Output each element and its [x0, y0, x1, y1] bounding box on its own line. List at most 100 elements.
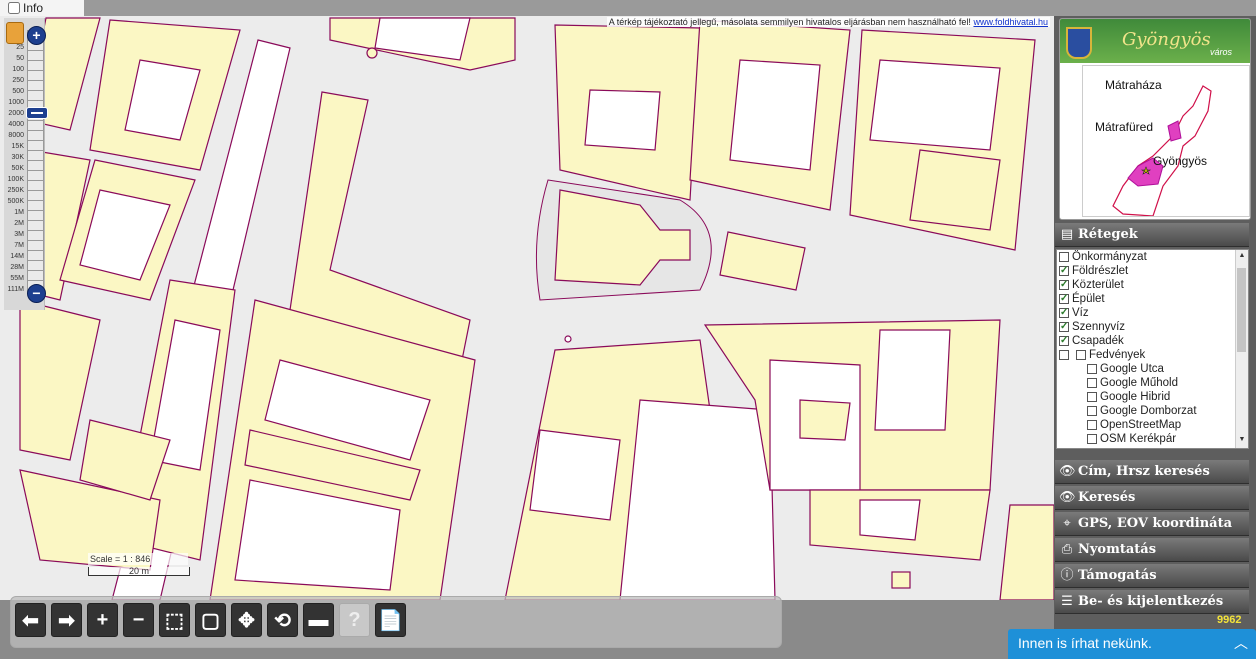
- plus-icon: +: [96, 608, 109, 631]
- zoom-level-label[interactable]: 500K: [2, 198, 24, 206]
- zoom-level-label[interactable]: 4000: [2, 121, 24, 129]
- layer-checkbox[interactable]: [1059, 306, 1069, 320]
- zoom-level-label[interactable]: 55M: [2, 275, 24, 283]
- info-icon: ⓘ: [1060, 568, 1074, 583]
- streetview-pegman-icon[interactable]: [6, 22, 24, 44]
- scroll-up-icon[interactable]: ▲: [1236, 252, 1248, 259]
- chevron-up-icon[interactable]: ︿: [1234, 629, 1248, 657]
- layer-item[interactable]: Földrészlet: [1057, 264, 1248, 278]
- zoom-in-button[interactable]: +: [87, 603, 118, 637]
- login-icon: ☰: [1061, 594, 1073, 609]
- zoom-level-label[interactable]: 8000: [2, 132, 24, 140]
- zoom-slider-track[interactable]: [27, 30, 44, 294]
- layer-item[interactable]: Google Domborzat: [1057, 404, 1248, 418]
- layers-scrollbar[interactable]: ▲ ▼: [1235, 250, 1248, 448]
- visitor-counter: 9962: [1217, 614, 1242, 626]
- foldhivatal-link[interactable]: www.foldhivatal.hu: [973, 17, 1048, 27]
- section-label: GPS, EOV koordináta: [1078, 516, 1233, 531]
- layer-checkbox[interactable]: [1059, 350, 1069, 360]
- layer-label: Szennyvíz: [1072, 321, 1126, 333]
- layer-checkbox[interactable]: [1087, 434, 1097, 444]
- map-canvas[interactable]: A térkép tájékoztató jellegű, másolata s…: [0, 16, 1054, 600]
- section-header[interactable]: ☰ Be- és kijelentkezés: [1055, 590, 1249, 614]
- section-header[interactable]: 👁 Cím, Hrsz keresés: [1055, 460, 1249, 484]
- layer-item[interactable]: Önkormányzat: [1057, 250, 1248, 264]
- zoom-level-label[interactable]: 25: [2, 44, 24, 52]
- section-header[interactable]: ⓘ Támogatás: [1055, 564, 1249, 588]
- zoom-level-label[interactable]: 100: [2, 66, 24, 74]
- zoom-level-label[interactable]: 100K: [2, 176, 24, 184]
- measure-button[interactable]: ▬: [303, 603, 334, 637]
- scroll-thumb[interactable]: [1237, 268, 1246, 352]
- zoom-level-label[interactable]: 2M: [2, 220, 24, 228]
- layer-item[interactable]: Google Utca: [1057, 362, 1248, 376]
- document-button[interactable]: 📄: [375, 603, 406, 637]
- chat-widget[interactable]: Innen is írhat nekünk. ︿: [1008, 629, 1256, 659]
- zoom-level-label[interactable]: 30K: [2, 154, 24, 162]
- layer-item[interactable]: Google Műhold: [1057, 376, 1248, 390]
- zoom-level-label[interactable]: 250K: [2, 187, 24, 195]
- forward-button[interactable]: ➡: [51, 603, 82, 637]
- layer-checkbox[interactable]: [1076, 350, 1086, 360]
- layer-item[interactable]: Közterület: [1057, 278, 1248, 292]
- zoom-level-label[interactable]: 50: [2, 55, 24, 63]
- layer-checkbox[interactable]: [1087, 406, 1097, 416]
- layer-checkbox[interactable]: [1059, 278, 1069, 292]
- layer-item[interactable]: Google Hibrid: [1057, 390, 1248, 404]
- zoom-level-label[interactable]: 15K: [2, 143, 24, 151]
- layer-label: Csapadék: [1072, 335, 1124, 347]
- layer-checkbox[interactable]: [1059, 264, 1069, 278]
- layers-title: Rétegek: [1078, 227, 1138, 242]
- layer-checkbox[interactable]: [1059, 292, 1069, 306]
- zoom-level-label[interactable]: 7M: [2, 242, 24, 250]
- layers-header[interactable]: ▤ Rétegek: [1055, 223, 1249, 247]
- zoom-slider-handle[interactable]: [26, 107, 48, 119]
- zoom-level-label[interactable]: 500: [2, 88, 24, 96]
- info-toggle[interactable]: Info: [0, 0, 84, 16]
- zoom-level-label[interactable]: 14M: [2, 253, 24, 261]
- back-button[interactable]: ⬅: [15, 603, 46, 637]
- zoom-level-label[interactable]: 2000: [2, 110, 24, 118]
- layer-checkbox[interactable]: [1059, 334, 1069, 348]
- zoom-plus-button[interactable]: +: [27, 26, 46, 45]
- layer-checkbox[interactable]: [1087, 420, 1097, 430]
- layer-item[interactable]: OSM Kerékpár: [1057, 432, 1248, 446]
- section-header[interactable]: ⌖ GPS, EOV koordináta: [1055, 512, 1249, 536]
- scroll-down-icon[interactable]: ▼: [1236, 436, 1248, 443]
- layer-checkbox[interactable]: [1059, 320, 1069, 334]
- layer-item[interactable]: Víz: [1057, 306, 1248, 320]
- layer-checkbox[interactable]: [1087, 392, 1097, 402]
- layer-item[interactable]: Csapadék: [1057, 334, 1248, 348]
- help-button[interactable]: ?: [339, 603, 370, 637]
- zoom-level-label[interactable]: 50K: [2, 165, 24, 173]
- pan-button[interactable]: ✥: [231, 603, 262, 637]
- layer-item[interactable]: Szennyvíz: [1057, 320, 1248, 334]
- zoom-level-label[interactable]: 111M: [2, 286, 24, 294]
- section-label: Be- és kijelentkezés: [1078, 594, 1224, 609]
- layer-checkbox[interactable]: [1059, 252, 1069, 262]
- overview-map[interactable]: Mátraháza Mátrafüred Gyöngyös: [1082, 65, 1250, 217]
- refresh-button[interactable]: ⟲: [267, 603, 298, 637]
- zoom-minus-button[interactable]: −: [27, 284, 46, 303]
- section-header[interactable]: 👁 Keresés: [1055, 486, 1249, 510]
- info-checkbox[interactable]: [8, 2, 20, 14]
- layer-item[interactable]: Épület: [1057, 292, 1248, 306]
- zoom-level-label[interactable]: 1M: [2, 209, 24, 217]
- zoom-level-label[interactable]: 250: [2, 77, 24, 85]
- plus-icon: +: [32, 27, 41, 43]
- layers-list[interactable]: Önkormányzat Földrészlet Közterület Épület V…: [1056, 249, 1249, 449]
- city-logo-panel[interactable]: Gyöngyös város Mátraháza Mátrafüred Gyön…: [1059, 18, 1251, 220]
- full-extent-button[interactable]: ▢: [195, 603, 226, 637]
- info-label: Info: [23, 1, 44, 15]
- layer-label: Google Domborzat: [1100, 405, 1197, 417]
- section-header[interactable]: ⎙ Nyomtatás: [1055, 538, 1249, 562]
- zoom-box-button[interactable]: ⬚: [159, 603, 190, 637]
- zoom-level-label[interactable]: 1000: [2, 99, 24, 107]
- layer-item[interactable]: OpenStreetMap: [1057, 418, 1248, 432]
- layer-item[interactable]: Fedvények: [1057, 348, 1248, 362]
- zoom-level-label[interactable]: 3M: [2, 231, 24, 239]
- layer-checkbox[interactable]: [1087, 378, 1097, 388]
- zoom-level-label[interactable]: 28M: [2, 264, 24, 272]
- zoom-out-button[interactable]: −: [123, 603, 154, 637]
- layer-checkbox[interactable]: [1087, 364, 1097, 374]
